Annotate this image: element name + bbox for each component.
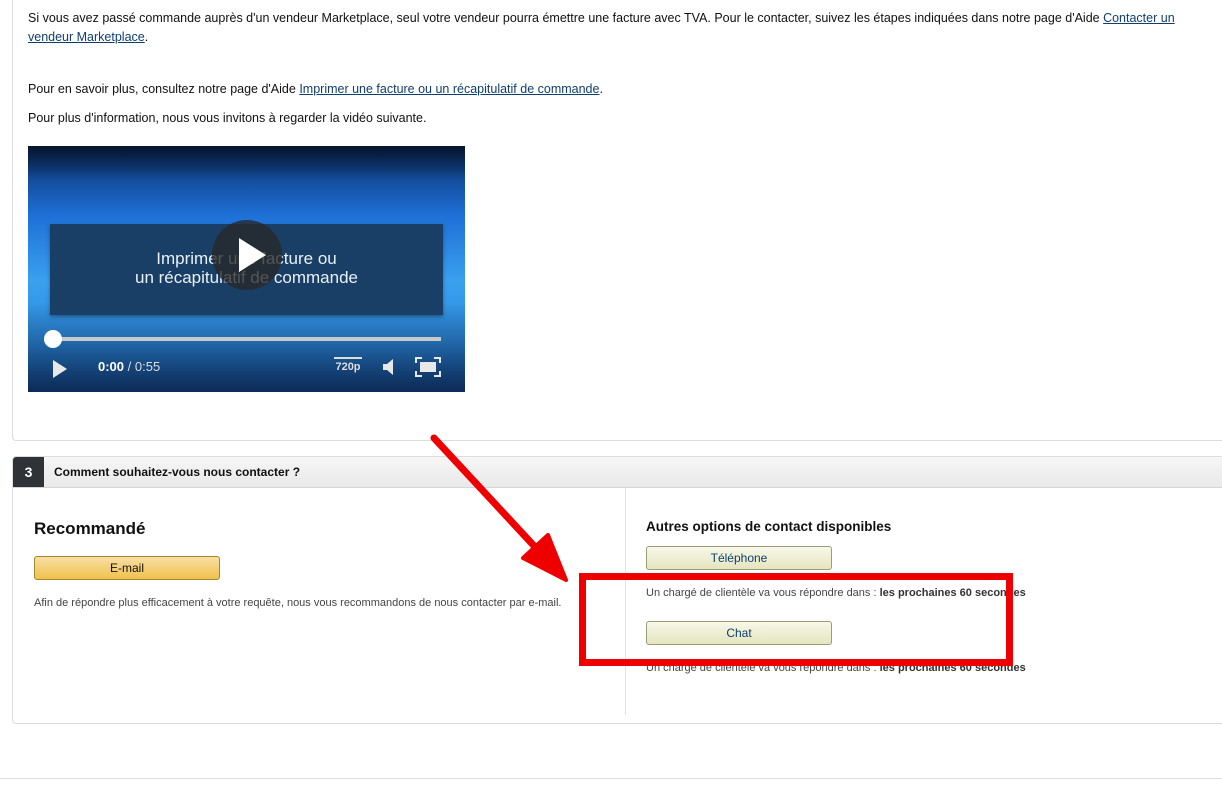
step3-header: 3 Comment souhaitez-vous nous contacter …	[13, 457, 1222, 488]
quality-label: 720p	[335, 361, 361, 373]
learn-more-text: Pour en savoir plus, consultez notre pag…	[28, 82, 300, 96]
learn-more-paragraph: Pour en savoir plus, consultez notre pag…	[28, 82, 603, 96]
marketplace-text: Si vous avez passé commande auprès d'un …	[28, 11, 1104, 25]
fullscreen-icon[interactable]	[415, 357, 441, 377]
volume-icon[interactable]	[381, 358, 399, 376]
play-icon[interactable]	[53, 360, 67, 378]
video-progress-bar[interactable]	[53, 337, 441, 341]
quality-selector[interactable]: 720p	[333, 357, 363, 379]
marketplace-paragraph: Si vous avez passé commande auprès d'un …	[28, 11, 1175, 44]
other-options-heading: Autres options de contact disponibles	[646, 519, 892, 534]
recommended-heading: Recommandé	[34, 519, 146, 538]
highlight-box	[579, 573, 1013, 666]
video-time: 0:00 / 0:55	[98, 359, 160, 374]
print-invoice-link[interactable]: Imprimer une facture ou un récapitulatif…	[299, 82, 599, 96]
video-duration: / 0:55	[127, 359, 161, 374]
email-button[interactable]: E-mail	[34, 556, 220, 580]
video-progress-handle[interactable]	[44, 330, 62, 348]
big-play-button[interactable]	[212, 220, 282, 290]
video-top-shade	[28, 146, 465, 180]
current-time: 0:00	[98, 359, 125, 374]
video-bottom-shade	[28, 302, 465, 392]
email-recommendation-note: Afin de répondre plus efficacement à vot…	[34, 597, 562, 609]
phone-button[interactable]: Téléphone	[646, 546, 832, 570]
help-video-player[interactable]: Imprimer une facture ou un récapitulatif…	[28, 146, 465, 392]
video-intro-text: Pour plus d'information, nous vous invit…	[28, 111, 427, 125]
step-number-badge: 3	[13, 457, 44, 487]
footer-divider	[0, 778, 1222, 779]
step-title: Comment souhaitez-vous nous contacter ?	[54, 465, 301, 479]
